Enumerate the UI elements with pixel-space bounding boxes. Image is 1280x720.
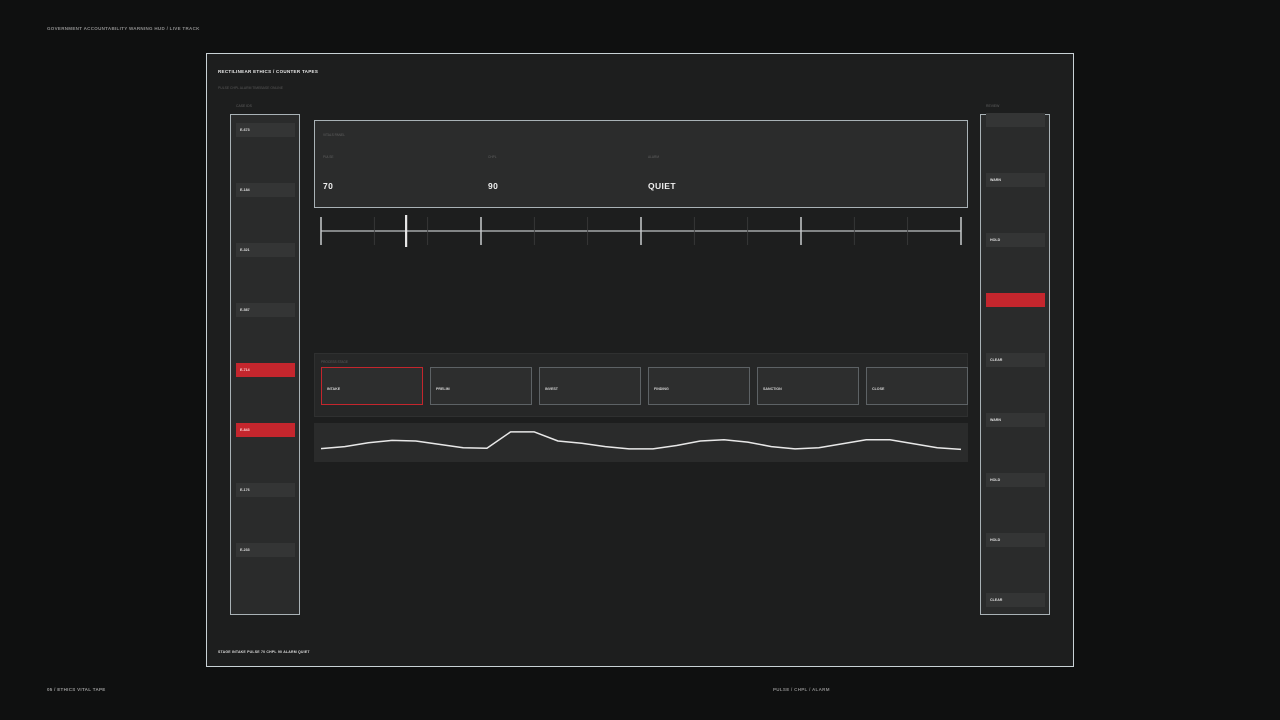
left-tape-label: CASE IDS xyxy=(236,104,252,108)
frame-title: RECTILINEAR ETHICS / COUNTER TAPES xyxy=(218,69,319,74)
review-item[interactable] xyxy=(986,293,1045,307)
review-item[interactable] xyxy=(986,113,1045,127)
stages-caption: PROCESS STAGE xyxy=(321,360,349,364)
alarm-value: QUIET xyxy=(648,181,676,191)
case-id-item[interactable]: E-714 xyxy=(236,363,295,377)
frame-footer: STAGE INTAKE PULSE 70 CHPL 90 ALARM QUIE… xyxy=(218,650,310,654)
review-item[interactable]: WARN xyxy=(986,173,1045,187)
review-tape[interactable]: WARN HOLD CLEAR WARN HOLD HOLD CLEAR xyxy=(980,113,1050,615)
hud-caption: GOVERNMENT ACCOUNTABILITY WARNING HUD / … xyxy=(47,26,200,31)
pulse-trace-line xyxy=(320,431,962,451)
case-id-item[interactable]: E-673 xyxy=(236,123,295,137)
review-item[interactable]: HOLD xyxy=(986,233,1045,247)
case-id-item[interactable]: E-184 xyxy=(236,183,295,197)
stage-invest[interactable]: INVEST xyxy=(539,367,641,405)
legend-caption: PULSE / CHPL / ALARM xyxy=(773,687,830,692)
panel-number: 05 / ETHICS VITAL TAPE xyxy=(47,687,106,692)
pulse-scale[interactable] xyxy=(314,214,968,248)
stage-intake[interactable]: INTAKE xyxy=(321,367,423,405)
process-stage-panel: PROCESS STAGE INTAKE PRELIM INVEST FINDING S… xyxy=(314,353,968,417)
right-tape-label: REVIEW xyxy=(986,104,1000,108)
case-id-tape[interactable]: E-673 E-184 E-321 E-587 E-714 E-843 E-176 E-233 xyxy=(230,114,300,615)
case-id-item[interactable]: E-587 xyxy=(236,303,295,317)
alarm-label: ALARM xyxy=(648,155,659,159)
stage-finding[interactable]: FINDING xyxy=(648,367,750,405)
review-item[interactable]: CLEAR xyxy=(986,353,1045,367)
chpl-label: CHPL xyxy=(488,155,497,159)
hud-frame: RECTILINEAR ETHICS / COUNTER TAPES PULSE… xyxy=(206,53,1074,667)
pulse-label: PULSE xyxy=(323,155,334,159)
case-id-item[interactable]: E-233 xyxy=(236,543,295,557)
review-item[interactable]: HOLD xyxy=(986,473,1045,487)
frame-subtitle: PULSE CHPL ALARM TIMEBASE ONLINE xyxy=(218,86,284,90)
case-id-item[interactable]: E-176 xyxy=(236,483,295,497)
case-id-item[interactable]: E-321 xyxy=(236,243,295,257)
pulse-trace xyxy=(314,423,968,462)
review-item[interactable]: HOLD xyxy=(986,533,1045,547)
stage-prelim[interactable]: PRELIM xyxy=(430,367,532,405)
stage-sanction[interactable]: SANCTION xyxy=(757,367,859,405)
review-item[interactable]: CLEAR xyxy=(986,593,1045,607)
pulse-value: 70 xyxy=(323,181,334,191)
stage-close[interactable]: CLOSE xyxy=(866,367,968,405)
case-id-item[interactable]: E-843 xyxy=(236,423,295,437)
vitals-readout: VITALS PANEL PULSE 70 CHPL 90 ALARM QUIE… xyxy=(314,120,968,208)
readout-caption: VITALS PANEL xyxy=(323,133,345,137)
chpl-value: 90 xyxy=(488,181,499,191)
review-item[interactable]: WARN xyxy=(986,413,1045,427)
